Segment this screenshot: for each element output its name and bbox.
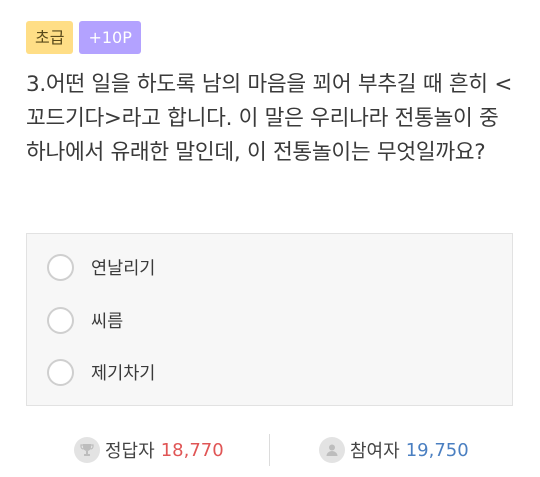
level-badge: 초급 <box>26 21 74 54</box>
correct-count: 18,770 <box>160 439 224 461</box>
question-text: 3.어떤 일을 하도록 남의 마음을 꾀어 부추길 때 흔히 <꼬드기다>라고 … <box>26 72 513 165</box>
trophy-icon <box>74 437 100 463</box>
option-2[interactable]: 씨름 <box>47 307 123 334</box>
participants-stat: 참여자 19,750 <box>319 430 469 470</box>
correct-stat: 정답자 18,770 <box>74 430 224 470</box>
participants-label: 참여자 <box>350 441 400 462</box>
option-label: 연날리기 <box>91 259 156 279</box>
radio-button[interactable] <box>47 254 74 281</box>
option-1[interactable]: 연날리기 <box>47 254 155 281</box>
option-label: 제기차기 <box>91 364 156 384</box>
radio-button[interactable] <box>47 359 74 386</box>
option-label: 씨름 <box>91 312 124 332</box>
answer-options: 연날리기 씨름 제기차기 <box>26 233 513 406</box>
participants-count: 19,750 <box>405 439 469 461</box>
radio-button[interactable] <box>47 307 74 334</box>
option-3[interactable]: 제기차기 <box>47 359 155 386</box>
correct-label: 정답자 <box>105 441 155 462</box>
points-badge: +10P <box>79 21 141 54</box>
badge-group: 초급 +10P <box>26 21 141 54</box>
stats-bar: 정답자 18,770 참여자 19,750 <box>0 430 540 470</box>
user-icon <box>319 437 345 463</box>
stats-divider <box>269 434 270 466</box>
